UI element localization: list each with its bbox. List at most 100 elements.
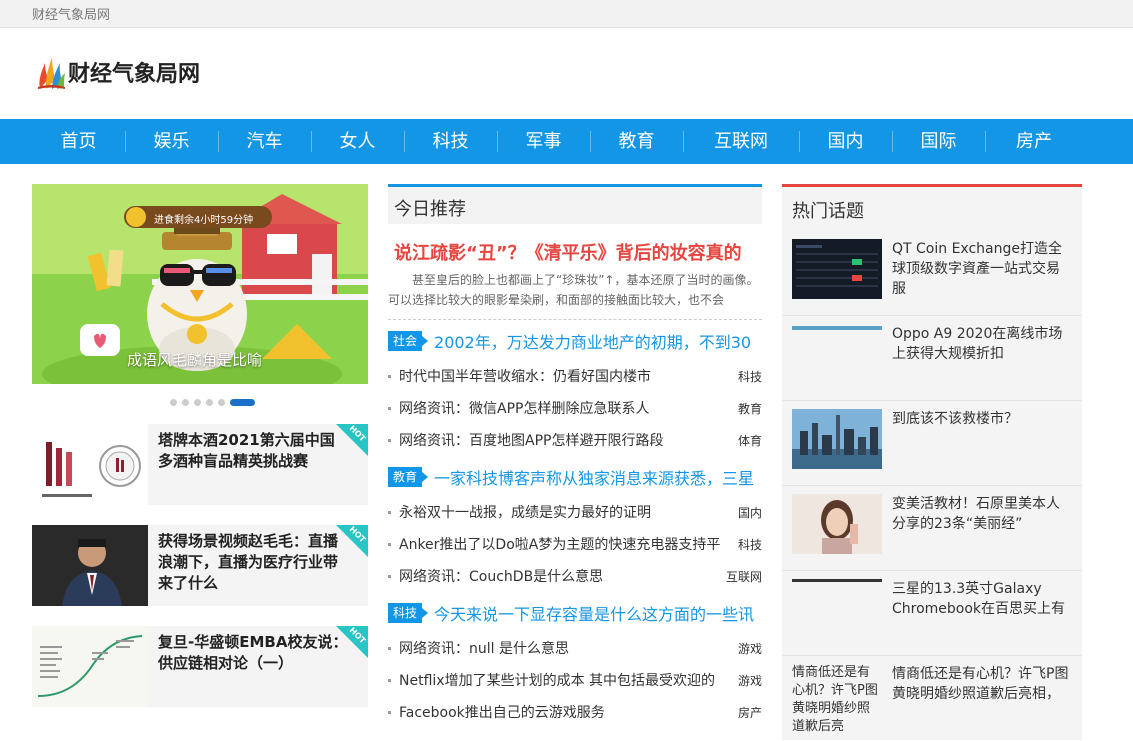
slider-dot[interactable] (230, 399, 255, 406)
nav-separator (497, 131, 498, 152)
list-item-link[interactable]: Facebook推出自己的云游戏服务 (399, 702, 723, 722)
slider-dot[interactable] (182, 399, 189, 406)
nav-item[interactable]: 国际 (892, 119, 985, 164)
nav-separator (892, 131, 893, 152)
list-item-category[interactable]: 游戏 (738, 640, 762, 657)
card-thumb-wine (32, 424, 148, 505)
bullet-icon (388, 438, 391, 442)
card-thumb-person (32, 525, 148, 606)
topic-item[interactable]: Oppo A9 2020在离线市场上获得大规模折扣 (782, 316, 1082, 401)
list-item-link[interactable]: 网络资讯：CouchDB是什么意思 (399, 566, 723, 586)
news-card[interactable]: 复旦-华盛顿EMBA校友说：供应链相对论（一） HOT (32, 626, 368, 707)
list-item-category[interactable]: 国内 (738, 504, 762, 521)
recommend-header: 今日推荐 (388, 184, 762, 224)
featured-slider[interactable]: 进食剩余4小时59分钟 成语风毛麟角是比喻 (32, 184, 368, 384)
recommend-section: 今日推荐 说江疏影“丑”？《清平乐》背后的妆容真的 甚至皇后的脸上也都画上了“珍… (388, 184, 762, 740)
recommend-title: 今日推荐 (394, 199, 466, 220)
nav-item[interactable]: 互联网 (683, 119, 799, 164)
nav-item[interactable]: 房产 (985, 119, 1083, 164)
slider-dot[interactable] (206, 399, 213, 406)
category-headline[interactable]: 一家科技博客声称从独家消息来源获悉，三星 (434, 465, 754, 489)
list-item-category[interactable]: 科技 (738, 368, 762, 385)
nav-item[interactable]: 军事 (497, 119, 590, 164)
nav-item[interactable]: 汽车 (218, 119, 311, 164)
list-item-link[interactable]: 永裕双十一战报，成绩是实力最好的证明 (399, 502, 723, 522)
topic-title[interactable]: QT Coin Exchange打造全球顶级数字資產一站式交易服 (892, 239, 1072, 299)
list-item-category[interactable]: 房产 (738, 704, 762, 721)
slider-dot[interactable] (170, 399, 177, 406)
topic-thumb-woman (792, 494, 882, 554)
category-tag[interactable]: 教育 (388, 467, 429, 487)
site-logo[interactable]: 财经气象局网 (36, 53, 200, 91)
list-item[interactable]: 永裕双十一战报，成绩是实力最好的证明 国内 (388, 501, 762, 523)
headline-summary: 甚至皇后的脸上也都画上了“珍珠妆”↑，基本还原了当时的画像。 可以选择比较大的眼… (388, 273, 759, 307)
category-headline[interactable]: 2002年，万达发力商业地产的初期，不到30 (434, 329, 754, 353)
category-headline[interactable]: 今天来说一下显存容量是什么这方面的一些讯 (434, 601, 754, 625)
slider-dots (170, 399, 260, 406)
topic-title[interactable]: Oppo A9 2020在离线市场上获得大规模折扣 (892, 324, 1072, 364)
nav-separator (590, 131, 591, 152)
nav-item[interactable]: 娱乐 (125, 119, 218, 164)
topic-item[interactable]: 三星的13.3英寸Galaxy Chromebook在百思买上有 (782, 571, 1082, 656)
headline-link[interactable]: 说江疏影“丑”？《清平乐》背后的妆容真的 (394, 239, 762, 265)
bullet-icon (388, 710, 391, 714)
nav-item[interactable]: 女人 (311, 119, 404, 164)
list-item-link[interactable]: Anker推出了以Do啦A梦为主题的快速充电器支持平 (399, 534, 723, 554)
list-item-category[interactable]: 游戏 (738, 672, 762, 689)
hot-topics-title: 热门话题 (792, 201, 864, 222)
topic-item[interactable]: 到底该不该救楼市？ (782, 401, 1082, 486)
topic-item[interactable]: QT Coin Exchange打造全球顶级数字資產一站式交易服 (782, 231, 1082, 316)
card-thumb-diagram (32, 626, 148, 707)
topic-item[interactable]: 变美活教材！石原里美本人分享的23条“美丽经” (782, 486, 1082, 571)
slider-caption[interactable]: 成语风毛麟角是比喻 (127, 349, 262, 370)
topic-title[interactable]: 情商低还是有心机？许飞P图黄晓明婚纱照道歉后亮相， (892, 664, 1072, 704)
slider-dot[interactable] (218, 399, 225, 406)
list-item[interactable]: 时代中国半年营收缩水：仍看好国内楼市 科技 (388, 365, 762, 387)
site-header: 财经气象局网 (0, 29, 1133, 119)
topic-thumb-phone (792, 324, 882, 384)
list-item-link[interactable]: 时代中国半年营收缩水：仍看好国内楼市 (399, 366, 723, 386)
news-card[interactable]: 塔牌本酒2021第六届中国多酒种盲品精英挑战赛 HOT (32, 424, 368, 505)
list-item[interactable]: 网络资讯：CouchDB是什么意思 互联网 (388, 565, 762, 587)
nav-item[interactable]: 科技 (404, 119, 497, 164)
list-item[interactable]: Anker推出了以Do啦A梦为主题的快速充电器支持平 科技 (388, 533, 762, 555)
category-tag[interactable]: 科技 (388, 603, 429, 623)
list-item[interactable]: Netflix增加了某些计划的成本 其中包括最受欢迎的 游戏 (388, 669, 762, 691)
bullet-icon (388, 574, 391, 578)
list-item-category[interactable]: 体育 (738, 432, 762, 449)
topic-title[interactable]: 到底该不该救楼市？ (892, 409, 1072, 429)
topic-item[interactable]: 情商低还是有心机？许飞P图黄晓明婚纱照道歉后亮 情商低还是有心机？许飞P图黄晓明… (782, 656, 1082, 741)
list-item-link[interactable]: Netflix增加了某些计划的成本 其中包括最受欢迎的 (399, 670, 723, 690)
nav-separator (218, 131, 219, 152)
list-item[interactable]: 网络资讯：微信APP怎样删除应急联系人 教育 (388, 397, 762, 419)
news-card[interactable]: 获得场景视频赵毛毛：直播浪潮下，直播为医疗行业带来了什么 HOT (32, 525, 368, 606)
hot-topics-section: 热门话题 QT Coin Exchange打造全球顶级数字資產一站式交易服 Op… (782, 184, 1082, 740)
nav-separator (404, 131, 405, 152)
slider-dot[interactable] (194, 399, 201, 406)
card-title[interactable]: 塔牌本酒2021第六届中国多酒种盲品精英挑战赛 (158, 430, 348, 472)
topic-title[interactable]: 三星的13.3英寸Galaxy Chromebook在百思买上有 (892, 579, 1072, 619)
category-row: 社会 2002年，万达发力商业地产的初期，不到30 (388, 329, 762, 353)
nav-item[interactable]: 首页 (32, 119, 125, 164)
card-title[interactable]: 获得场景视频赵毛毛：直播浪潮下，直播为医疗行业带来了什么 (158, 531, 348, 594)
main-nav: 首页 娱乐 汽车 女人 科技 军事 教育 互联网 国内 国际 房产 (0, 119, 1133, 164)
list-item[interactable]: 网络资讯：百度地图APP怎样避开限行路段 体育 (388, 429, 762, 451)
topbar-site-name: 财经气象局网 (32, 8, 111, 23)
nav-separator (125, 131, 126, 152)
list-item-category[interactable]: 教育 (738, 400, 762, 417)
logo-flame-icon (38, 57, 65, 89)
card-title[interactable]: 复旦-华盛顿EMBA校友说：供应链相对论（一） (158, 632, 348, 674)
list-item-link[interactable]: 网络资讯：百度地图APP怎样避开限行路段 (399, 430, 723, 450)
list-item-category[interactable]: 科技 (738, 536, 762, 553)
list-item-link[interactable]: 网络资讯：null 是什么意思 (399, 638, 723, 658)
list-item[interactable]: Facebook推出自己的云游戏服务 房产 (388, 701, 762, 723)
nav-separator (799, 131, 800, 152)
topic-thumb-exchange (792, 239, 882, 299)
list-item-link[interactable]: 网络资讯：微信APP怎样删除应急联系人 (399, 398, 723, 418)
nav-item[interactable]: 国内 (799, 119, 892, 164)
topic-title[interactable]: 变美活教材！石原里美本人分享的23条“美丽经” (892, 494, 1072, 534)
list-item[interactable]: 网络资讯：null 是什么意思 游戏 (388, 637, 762, 659)
list-item-category[interactable]: 互联网 (726, 568, 762, 585)
category-tag[interactable]: 社会 (388, 331, 429, 351)
nav-item[interactable]: 教育 (590, 119, 683, 164)
